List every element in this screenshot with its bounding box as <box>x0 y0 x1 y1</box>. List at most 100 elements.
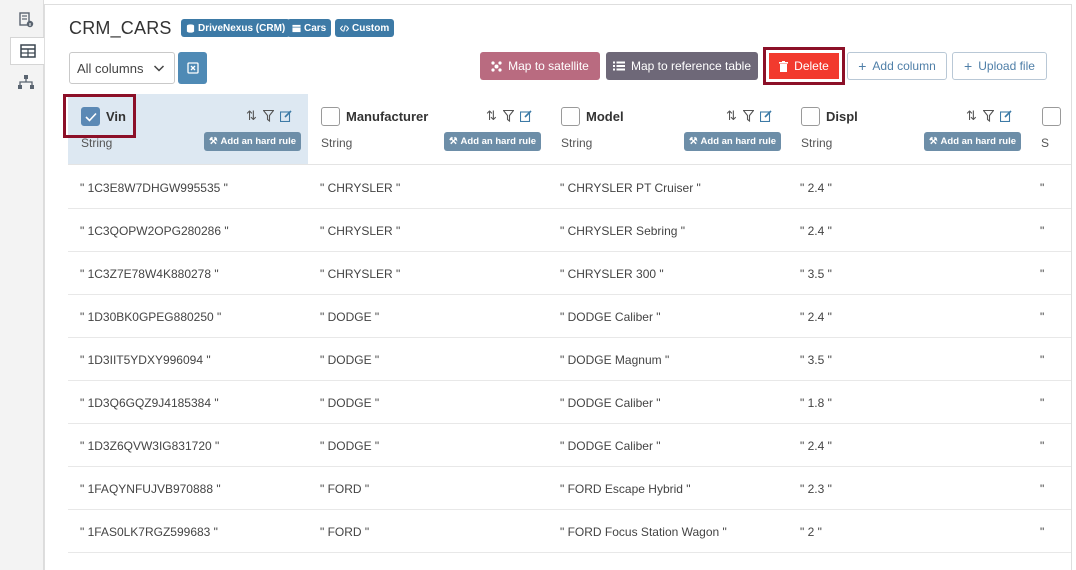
table-cell: " DODGE Magnum " <box>560 353 670 367</box>
upload-file-label: Upload file <box>978 59 1035 73</box>
table-cell: " 1C3E8W7DHGW995535 " <box>80 181 228 195</box>
database-icon <box>186 23 195 33</box>
column-header-displ[interactable]: Displ String ⇅ ⚒ Add an hard rule <box>788 94 1028 165</box>
page-title: CRM_CARS <box>69 18 172 38</box>
table-row[interactable]: " 1D3Z6QVW3IG831720 " " DODGE " " DODGE Ca… <box>68 424 1071 467</box>
table-cell: " 1C3QOPW2OPG280286 " <box>80 224 229 238</box>
edit-icon[interactable] <box>759 110 772 122</box>
upload-file-button[interactable]: + Upload file <box>952 52 1047 80</box>
table-cell: " FORD Escape Hybrid " <box>560 482 691 496</box>
sort-icon[interactable]: ⇅ <box>246 108 257 124</box>
add-column-button[interactable]: + Add column <box>847 52 947 80</box>
wrench-icon: ⚒ <box>209 136 218 147</box>
table-icon <box>292 24 301 32</box>
main-panel: CRM_CARS DriveNexus (CRM) Cars Custom Al… <box>44 4 1072 570</box>
table-cell: " <box>1040 396 1045 410</box>
table-row[interactable]: " 1FAQYNFUJVB970888 " " FORD " " FORD Esca… <box>68 467 1071 510</box>
source-badge-label: DriveNexus (CRM) <box>198 22 286 34</box>
add-hard-rule-button[interactable]: ⚒ Add an hard rule <box>924 132 1022 151</box>
table-cell: " <box>1040 482 1045 496</box>
column-checkbox[interactable] <box>321 107 340 126</box>
column-filter-value: All columns <box>77 60 144 76</box>
table-cell: " FORD Focus Station Wagon " <box>560 525 727 539</box>
table-grid-icon[interactable] <box>10 37 45 65</box>
column-actions: ⇅ <box>966 108 1012 124</box>
edit-icon[interactable] <box>519 110 532 122</box>
column-filter-select[interactable]: All columns <box>69 52 175 84</box>
delete-highlight: Delete <box>763 47 845 85</box>
column-checkbox[interactable] <box>1042 107 1061 126</box>
list-icon <box>612 61 625 71</box>
sort-icon[interactable]: ⇅ <box>966 108 977 124</box>
table-cell: " 2.4 " <box>800 439 832 453</box>
table-cell: " 1D30BK0GPEG880250 " <box>80 310 222 324</box>
table-row[interactable]: " FORD " <box>68 553 1071 570</box>
hierarchy-icon[interactable] <box>10 68 42 96</box>
column-header-vin[interactable]: Vin String ⇅ ⚒ Add an hard rule <box>63 94 308 165</box>
column-header-partial[interactable]: S <box>1028 94 1071 165</box>
wrench-icon: ⚒ <box>449 136 458 147</box>
column-checkbox[interactable] <box>801 107 820 126</box>
table-cell: " 1.8 " <box>800 396 832 410</box>
delete-button[interactable]: Delete <box>769 53 839 79</box>
table-row[interactable]: " 1FAS0LK7RGZ599683 " " FORD " " FORD Focu… <box>68 510 1071 553</box>
add-hard-rule-button[interactable]: ⚒ Add an hard rule <box>684 132 782 151</box>
code-icon <box>340 24 349 32</box>
edit-icon[interactable] <box>999 110 1012 122</box>
table-row[interactable]: " 1C3QOPW2OPG280286 " " CHRYSLER " " CHRYS… <box>68 209 1071 252</box>
table-cell: " 1FAQYNFUJVB970888 " <box>80 482 221 496</box>
table-row[interactable]: " 1D30BK0GPEG880250 " " DODGE " " DODGE Ca… <box>68 295 1071 338</box>
table-cell: " <box>1040 181 1045 195</box>
table-cell: " CHRYSLER PT Cruiser " <box>560 181 701 195</box>
column-header-model[interactable]: Model String ⇅ ⚒ Add an hard rule <box>548 94 788 165</box>
table-cell: " CHRYSLER " <box>320 181 401 195</box>
close-square-icon <box>186 62 199 74</box>
map-to-satellite-label: Map to satellite <box>508 59 589 73</box>
table-cell: " FORD " <box>320 482 370 496</box>
table-row[interactable]: " 1D3IIT5YDXY996094 " " DODGE " " DODGE Ma… <box>68 338 1071 381</box>
add-hard-rule-label: Add an hard rule <box>220 136 297 147</box>
filter-icon[interactable] <box>982 110 994 122</box>
add-hard-rule-label: Add an hard rule <box>700 136 777 147</box>
table-info-icon[interactable] <box>10 6 42 34</box>
column-type: String <box>561 136 593 150</box>
table-cell: " DODGE " <box>320 310 380 324</box>
table-cell: " 1C3Z7E78W4K880278 " <box>80 267 219 281</box>
table-cell: " CHRYSLER " <box>320 224 401 238</box>
sort-icon[interactable]: ⇅ <box>486 108 497 124</box>
table-cell: " DODGE Caliber " <box>560 310 661 324</box>
clear-filter-button[interactable] <box>178 52 207 84</box>
map-to-reference-table-button[interactable]: Map to reference table <box>606 52 758 80</box>
column-checkbox[interactable] <box>561 107 580 126</box>
column-name: Model <box>586 109 624 124</box>
table-cell: " 3.5 " <box>800 353 832 367</box>
table-row[interactable]: " 1D3Q6GQZ9J4185384 " " DODGE " " DODGE Ca… <box>68 381 1071 424</box>
column-type: S <box>1041 136 1050 150</box>
table-row[interactable]: " 1C3E8W7DHGW995535 " " CHRYSLER " " CHRYS… <box>68 166 1071 209</box>
table-cell: " 1D3Z6QVW3IG831720 " <box>80 439 220 453</box>
table-cell: " <box>1040 224 1045 238</box>
filter-icon[interactable] <box>742 110 754 122</box>
table-cell: " 2.4 " <box>800 224 832 238</box>
map-to-satellite-button[interactable]: Map to satellite <box>480 52 600 80</box>
add-hard-rule-label: Add an hard rule <box>460 136 537 147</box>
table-cell: " 2.3 " <box>800 482 832 496</box>
column-header-manufacturer[interactable]: Manufacturer String ⇅ ⚒ Add an hard rule <box>308 94 548 165</box>
table-row[interactable]: " 1C3Z7E78W4K880278 " " CHRYSLER " " CHRYS… <box>68 252 1071 295</box>
filter-icon[interactable] <box>502 110 514 122</box>
table-cell: " DODGE Caliber " <box>560 396 661 410</box>
table-cell: " DODGE Caliber " <box>560 439 661 453</box>
table-cell: " CHRYSLER 300 " <box>560 267 664 281</box>
delete-label: Delete <box>794 59 829 73</box>
edit-icon[interactable] <box>279 110 292 122</box>
plus-icon: + <box>858 58 867 74</box>
table-cell: " <box>1040 525 1045 539</box>
column-type: String <box>81 136 113 150</box>
column-actions: ⇅ <box>486 108 532 124</box>
add-hard-rule-button[interactable]: ⚒ Add an hard rule <box>204 132 302 151</box>
filter-icon[interactable] <box>262 110 274 122</box>
add-hard-rule-button[interactable]: ⚒ Add an hard rule <box>444 132 542 151</box>
sort-icon[interactable]: ⇅ <box>726 108 737 124</box>
wrench-icon: ⚒ <box>929 136 938 147</box>
table-cell: " 1D3IIT5YDXY996094 " <box>80 353 211 367</box>
